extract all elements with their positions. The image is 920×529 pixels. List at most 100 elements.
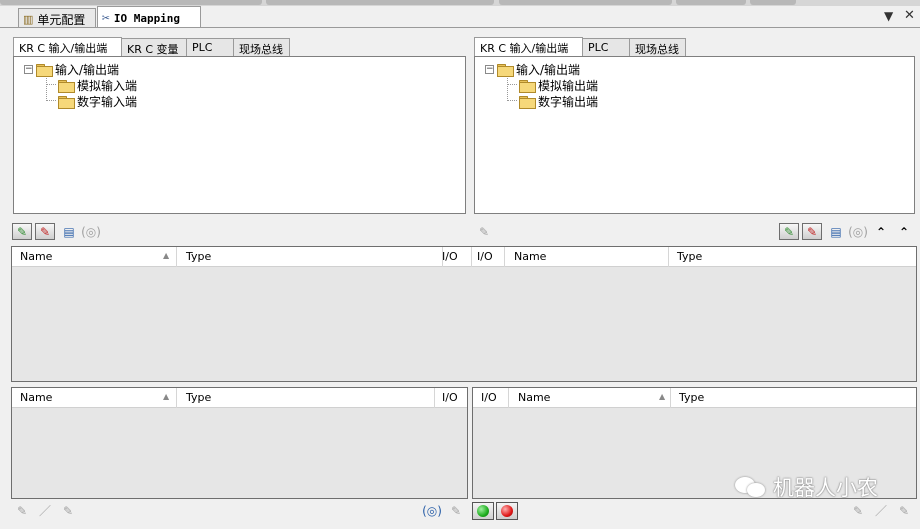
tree-node-label: 模拟输出端 [538, 79, 599, 93]
left-tab-krc-io[interactable]: KR C 输入/输出端 [13, 37, 122, 57]
right-panel-tabs: KR C 输入/输出端 PLC 现场总线 [474, 37, 686, 57]
column-header-io[interactable]: I/O [473, 388, 509, 408]
double-chevron-up-icon: ⌃ [898, 224, 910, 239]
tree-node-label: 输入/输出端 [55, 63, 120, 77]
document-edit-icon: ▤ [830, 224, 842, 239]
filter-connected-button[interactable]: ✎ [12, 223, 32, 240]
plug-remove-icon: ✎ [62, 503, 74, 518]
folder-icon [519, 95, 536, 109]
right-remove-signal-button[interactable]: ✎ [894, 502, 914, 519]
tree-node-label: 数字输出端 [538, 95, 599, 109]
column-header-name[interactable]: Name [12, 388, 177, 408]
filter-disconnected-button[interactable]: ✎ [35, 223, 55, 240]
right-tab-krc-io[interactable]: KR C 输入/输出端 [474, 37, 583, 57]
grid-header: I/O Name ▲ Type [473, 388, 916, 408]
search-icon: (◎) [848, 224, 868, 239]
column-header-type[interactable]: Type [178, 247, 443, 267]
strip-segment [499, 0, 672, 5]
tree-node-digital-outputs[interactable]: 数字输出端 [519, 93, 598, 110]
column-header-io[interactable]: I/O [434, 388, 469, 408]
plug-remove-icon: ✎ [898, 503, 910, 518]
tree-node-root[interactable]: − 输入/输出端 [485, 61, 580, 78]
left-tab-fieldbus[interactable]: 现场总线 [233, 38, 290, 57]
collapse-icon[interactable]: − [24, 65, 33, 74]
connected-plug-icon: ✎ [783, 224, 795, 239]
search-icon: (◎) [422, 503, 442, 518]
edit-signal-button[interactable]: ▤ [59, 223, 79, 240]
tree-node-root[interactable]: − 输入/输出端 [24, 61, 119, 78]
right-tab-plc[interactable]: PLC [582, 38, 630, 57]
right-filter-connected-button[interactable]: ✎ [779, 223, 799, 240]
pencil-icon: ／ [38, 504, 51, 518]
right-edit-signal-button[interactable]: ▤ [826, 223, 846, 240]
column-header-type[interactable]: Type [178, 388, 435, 408]
strip-segment [266, 0, 494, 5]
tab-list-dropdown-icon[interactable]: ▼ [884, 9, 893, 23]
tree-node-digital-inputs[interactable]: 数字输入端 [58, 93, 137, 110]
add-signal-button[interactable]: ✎ [12, 502, 32, 519]
right-add-signal-button[interactable]: ✎ [848, 502, 868, 519]
right-filter-disconnected-button[interactable]: ✎ [802, 223, 822, 240]
connect-button[interactable]: ✎ [474, 223, 494, 240]
plug-icon: ✎ [16, 503, 28, 518]
column-header-type-right[interactable]: Type [669, 247, 918, 267]
column-header-name-right[interactable]: Name [506, 247, 669, 267]
watermark: 机器人小农 [733, 472, 878, 502]
red-led-icon [501, 505, 513, 517]
tree-node-label: 数字输入端 [77, 95, 138, 109]
column-header-io[interactable]: I/O [434, 247, 472, 267]
disconnected-plug-icon: ✎ [39, 224, 51, 239]
bottom-search-button[interactable]: (◎) [422, 502, 442, 519]
search-button[interactable]: (◎) [81, 223, 101, 240]
left-tab-plc[interactable]: PLC [186, 38, 234, 57]
tab-cell-config-label: 单元配置 [37, 13, 86, 27]
left-panel-tabs: KR C 输入/输出端 KR C 变量 PLC 现场总线 [13, 37, 290, 57]
collapse-icon[interactable]: − [485, 65, 494, 74]
close-icon[interactable]: ✕ [904, 8, 915, 23]
column-header-type[interactable]: Type [671, 388, 918, 408]
tree-connector [507, 84, 517, 85]
tree-node-analog-inputs[interactable]: 模拟输入端 [58, 77, 137, 94]
tree-connector [46, 84, 56, 85]
collapse-all-button[interactable]: ⌃ [894, 223, 914, 240]
pencil-icon: ／ [874, 504, 887, 518]
edit-button[interactable]: ／ [35, 502, 55, 519]
left-tab-krc-variables[interactable]: KR C 变量 [121, 38, 187, 57]
collapse-up-button[interactable]: ⌃ [871, 223, 891, 240]
plug-icon: ✎ [852, 503, 864, 518]
right-edit-button[interactable]: ／ [871, 502, 891, 519]
left-signal-grid[interactable]: Name ▲ Type I/O [11, 387, 468, 499]
connections-grid[interactable]: Name ▲ Type I/O I/O Name Type [11, 246, 917, 382]
tree-node-label: 输入/输出端 [516, 63, 581, 77]
disconnect-button[interactable]: ✎ [446, 502, 466, 519]
connected-plug-icon: ✎ [16, 224, 28, 239]
left-io-tree[interactable]: − 输入/输出端 模拟输入端 数字输入端 [13, 56, 466, 214]
right-search-button[interactable]: (◎) [848, 223, 868, 240]
disconnected-plug-icon: ✎ [806, 224, 818, 239]
folder-icon [58, 79, 75, 93]
column-header-name[interactable]: Name [12, 247, 177, 267]
disconnect-red-button[interactable] [496, 502, 518, 520]
watermark-text: 机器人小农 [773, 476, 878, 500]
remove-signal-button[interactable]: ✎ [58, 502, 78, 519]
green-led-icon [477, 505, 489, 517]
tab-cell-config[interactable]: ▥ 单元配置 [18, 8, 96, 28]
unplug-icon: ✎ [450, 503, 462, 518]
tree-node-analog-outputs[interactable]: 模拟输出端 [519, 77, 598, 94]
tree-node-label: 模拟输入端 [77, 79, 138, 93]
tab-io-mapping[interactable]: ✂ IO Mapping [97, 6, 201, 28]
right-tab-fieldbus[interactable]: 现场总线 [629, 38, 686, 57]
search-icon: (◎) [81, 224, 101, 239]
document-edit-icon: ▤ [63, 224, 75, 239]
right-io-tree[interactable]: − 输入/输出端 模拟输出端 数字输出端 [474, 56, 915, 214]
io-mapping-icon: ✂ [102, 11, 110, 26]
sort-ascending-icon: ▲ [659, 392, 666, 401]
grid-header: Name ▲ Type I/O [12, 388, 467, 408]
column-header-name[interactable]: Name [510, 388, 671, 408]
folder-icon [497, 63, 514, 77]
strip-segment [0, 0, 262, 5]
plug-icon: ✎ [478, 224, 490, 239]
connect-green-button[interactable] [472, 502, 494, 520]
column-header-io-right[interactable]: I/O [469, 247, 505, 267]
grid-header: Name ▲ Type I/O I/O Name Type [12, 247, 916, 267]
